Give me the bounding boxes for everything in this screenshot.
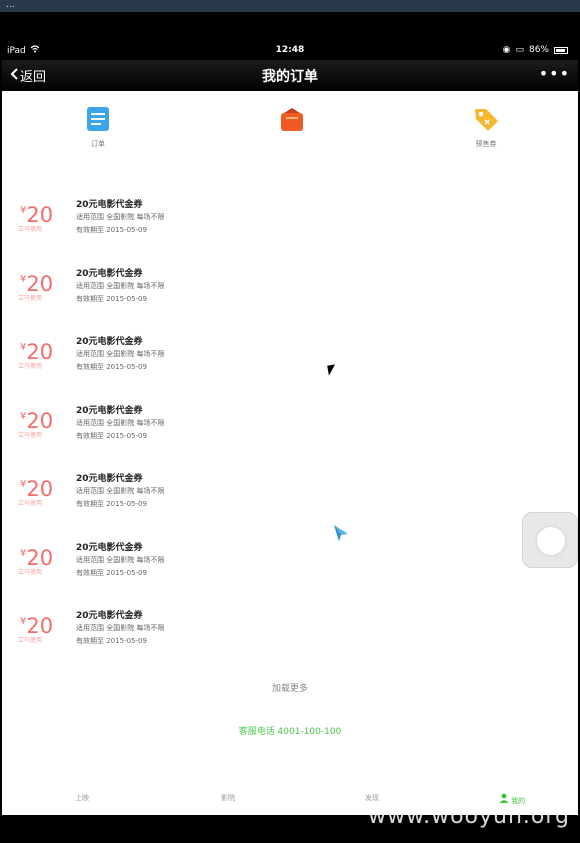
coupon-price: ¥20 <box>20 336 53 364</box>
tag-icon <box>472 105 500 133</box>
lock-rotation-icon: ◉ <box>502 45 511 55</box>
coupon-validity: 有效期至 2015-05-09 <box>76 363 147 371</box>
coupon-name: 20元电影代金券 <box>76 268 143 279</box>
status-time: 12:48 <box>275 45 305 55</box>
category-bag-label <box>262 139 322 149</box>
coupon-name: 20元电影代金券 <box>76 474 143 484</box>
coupon-price: ¥20 <box>20 405 53 433</box>
coupon-scope: 适用范围 全国影院 每场不限 <box>76 213 165 221</box>
coupon-name: 20元电影代金券 <box>76 200 143 210</box>
os-title-strip: ... <box>0 0 580 12</box>
page-title: 我的订单 <box>262 69 318 85</box>
coupon-subtitle: 立马使用 <box>18 226 43 233</box>
coupon-subtitle: 立马使用 <box>18 431 43 439</box>
tab-cinemas[interactable]: 影院 <box>178 793 278 803</box>
airplay-icon: ▭ <box>515 45 524 55</box>
category-orders-label: 订单 <box>91 140 105 148</box>
coupon-validity: 有效期至 2015-05-09 <box>76 294 147 303</box>
paper-plane-icon <box>332 524 350 542</box>
nav-bar: 返回 我的订单 ••• <box>2 60 578 91</box>
coupon-scope: 适用范围 全国影院 每场不限 <box>76 487 165 495</box>
tab-showing[interactable]: 上映 <box>32 793 132 803</box>
coupon-scope: 适用范围 全国影院 每场不限 <box>76 418 165 427</box>
coupon-price: ¥20 <box>20 199 53 227</box>
battery-percent: 86% <box>528 45 549 55</box>
coupon-item[interactable]: ¥20 立马使用 20元电影代金券适用范围 全国影院 每场不限 有效期至 2015-0… <box>2 189 578 249</box>
category-bag[interactable] <box>262 105 322 149</box>
os-title-text: ... <box>6 0 15 10</box>
bag-icon <box>278 105 306 133</box>
mouse-cursor-icon <box>327 364 337 376</box>
status-bar: iPad 12:48 ◉ ▭ 86% <box>2 40 578 60</box>
coupon-name: 20元电影代金券 <box>76 337 143 347</box>
coupon-name: 20元电影代金券 <box>76 542 143 553</box>
customer-service-phone[interactable]: 客服电话 4001-100-100 <box>2 724 578 737</box>
coupon-validity: 有效期至 2015-05-09 <box>76 226 147 234</box>
category-presale-label: 预售券 <box>475 140 497 148</box>
coupon-subtitle: 立马使用 <box>18 568 43 576</box>
battery-fill <box>556 48 565 52</box>
assistive-touch-button[interactable] <box>522 512 578 568</box>
coupon-subtitle: 立马使用 <box>18 637 43 644</box>
coupon-subtitle: 立马使用 <box>18 500 43 507</box>
coupon-name: 20元电影代金券 <box>76 611 143 621</box>
coupon-price: ¥20 <box>20 473 53 501</box>
tab-discover[interactable]: 发现 <box>322 793 422 803</box>
assistive-touch-dot <box>537 527 565 555</box>
coupon-item[interactable]: ¥20 立马使用 20元电影代金券适用范围 全国影院 每场不限 有效期至 2015-0… <box>2 532 578 592</box>
coupon-price: ¥20 <box>20 610 53 638</box>
coupon-item[interactable]: ¥20 立马使用 20元电影代金券适用范围 全国影院 每场不限 有效期至 2015-0… <box>2 258 578 318</box>
coupon-item[interactable]: ¥20 立马使用 20元电影代金券适用范围 全国影院 每场不限 有效期至 2015-0… <box>2 326 578 386</box>
main-content: 订单 预售券 ¥20 立马使用 20元电影代金券 适用范围 全国影院 每场不限 有效期至… <box>2 91 578 815</box>
coupon-scope: 适用范围 全国影院 每场不限 <box>76 555 165 564</box>
battery-icon <box>554 46 568 54</box>
coupon-scope: 适用范围 全国影院 每场不限 <box>76 281 165 290</box>
status-right: ◉ ▭ 86% <box>503 45 568 55</box>
coupon-price: ¥20 <box>20 542 53 570</box>
coupon-scope: 适用范围 全国影院 每场不限 <box>76 350 165 358</box>
more-menu-icon[interactable]: ••• <box>539 64 570 83</box>
coupon-subtitle: 立马使用 <box>18 363 43 370</box>
coupon-item[interactable]: ¥20 立马使用 20元电影代金券适用范围 全国影院 每场不限 有效期至 2015-0… <box>2 463 578 523</box>
coupon-name: 20元电影代金券 <box>76 405 143 416</box>
screen-frame: ... iPad 12:48 ◉ ▭ 86% 返回 我的订单 ••• 订单 预售… <box>0 0 580 843</box>
order-category-bar: 订单 预售券 <box>2 105 578 165</box>
coupon-item[interactable]: ¥20 立马使用 20元电影代金券适用范围 全国影院 每场不限 有效期至 2015-0… <box>2 600 578 660</box>
order-list-icon <box>84 105 112 133</box>
coupon-validity: 有效期至 2015-05-09 <box>76 431 147 440</box>
category-orders[interactable]: 订单 <box>68 105 128 149</box>
coupon-validity: 有效期至 2015-05-09 <box>76 637 147 645</box>
coupon-scope: 适用范围 全国影院 每场不限 <box>76 624 165 632</box>
coupon-price: ¥20 <box>20 268 53 296</box>
coupon-validity: 有效期至 2015-05-09 <box>76 568 147 577</box>
coupon-subtitle: 立马使用 <box>18 294 43 302</box>
category-presale[interactable]: 预售券 <box>456 105 516 149</box>
watermark-text: www.wooyun.org <box>368 804 570 829</box>
load-more-button[interactable]: 加载更多 <box>2 681 578 694</box>
coupon-validity: 有效期至 2015-05-09 <box>76 500 147 508</box>
coupon-item[interactable]: ¥20 立马使用 20元电影代金券适用范围 全国影院 每场不限 有效期至 2015-0… <box>2 395 578 455</box>
